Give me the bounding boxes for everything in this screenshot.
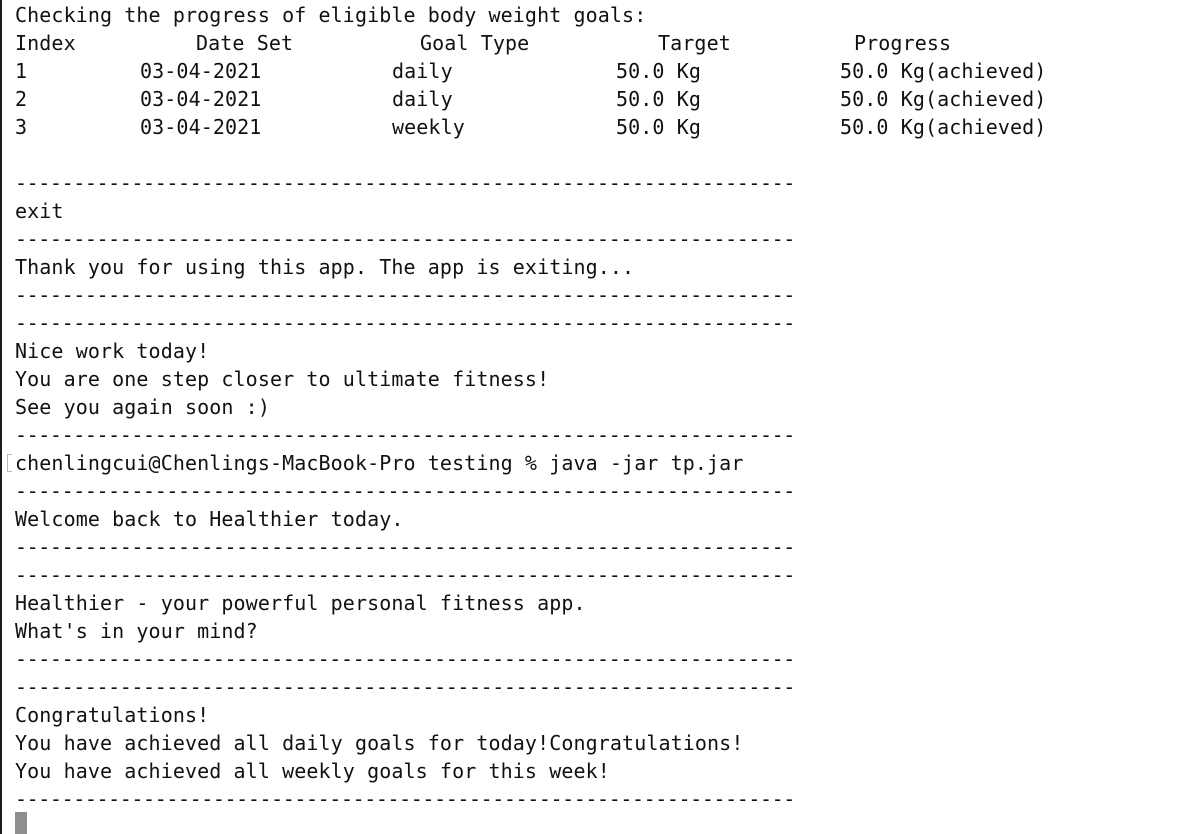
header-index: Index (15, 31, 76, 55)
progress-heading: Checking the progress of eligible body w… (15, 3, 647, 27)
header-progress: Progress (854, 31, 952, 55)
welcome-message: Welcome back to Healthier today. (15, 507, 404, 531)
cell-index: 2 (15, 87, 28, 111)
daily-goals-message: You have achieved all daily goals for to… (15, 731, 744, 755)
cell-date-set: 03-04-2021 (140, 87, 262, 111)
cell-target: 50.0 Kg (616, 87, 701, 111)
header-date-set: Date Set (196, 31, 294, 55)
cell-progress: 50.0 Kg(achieved) (840, 115, 1047, 139)
cell-progress: 50.0 Kg(achieved) (840, 87, 1047, 111)
table-row: 2 03-04-2021 daily 50.0 Kg 50.0 Kg(achie… (15, 85, 1195, 113)
shell-prompt-command: chenlingcui@Chenlings-MacBook-Pro testin… (15, 451, 744, 475)
goodbye-message: See you again soon :) (15, 395, 270, 419)
table-header: Index Date Set Goal Type Target Progress (15, 29, 1195, 57)
nice-work-message: Nice work today! (15, 339, 210, 363)
separator-line: ----------------------------------------… (15, 423, 795, 447)
cell-index: 3 (15, 115, 28, 139)
fitness-message: You are one step closer to ultimate fitn… (15, 367, 550, 391)
exit-command: exit (15, 199, 64, 223)
cell-target: 50.0 Kg (616, 59, 701, 83)
table-row: 1 03-04-2021 daily 50.0 Kg 50.0 Kg(achie… (15, 57, 1195, 85)
separator-line: ----------------------------------------… (15, 647, 795, 671)
app-intro-message: Healthier - your powerful personal fitne… (15, 591, 586, 615)
separator-line: ----------------------------------------… (15, 283, 795, 307)
terminal-window[interactable]: Checking the progress of eligible body w… (0, 0, 1200, 834)
cell-date-set: 03-04-2021 (140, 115, 262, 139)
header-goal-type: Goal Type (420, 31, 530, 55)
question-message: What's in your mind? (15, 619, 258, 643)
separator-line: ----------------------------------------… (15, 787, 795, 811)
separator-line: ----------------------------------------… (15, 563, 795, 587)
separator-line: ----------------------------------------… (15, 535, 795, 559)
table-row: 3 03-04-2021 weekly 50.0 Kg 50.0 Kg(achi… (15, 113, 1195, 141)
separator-line: ----------------------------------------… (15, 171, 795, 195)
weekly-goals-message: You have achieved all weekly goals for t… (15, 759, 610, 783)
congratulations-message: Congratulations! (15, 703, 210, 727)
cell-goal-type: weekly (392, 115, 465, 139)
cell-target: 50.0 Kg (616, 115, 701, 139)
separator-line: ----------------------------------------… (15, 675, 795, 699)
prompt-mark-icon (7, 454, 12, 472)
text-cursor[interactable] (15, 812, 27, 834)
exit-message: Thank you for using this app. The app is… (15, 255, 635, 279)
cell-date-set: 03-04-2021 (140, 59, 262, 83)
separator-line: ----------------------------------------… (15, 479, 795, 503)
separator-line: ----------------------------------------… (15, 227, 795, 251)
cell-index: 1 (15, 59, 28, 83)
cell-goal-type: daily (392, 59, 453, 83)
cell-progress: 50.0 Kg(achieved) (840, 59, 1047, 83)
separator-line: ----------------------------------------… (15, 311, 795, 335)
header-target: Target (658, 31, 731, 55)
cell-goal-type: daily (392, 87, 453, 111)
